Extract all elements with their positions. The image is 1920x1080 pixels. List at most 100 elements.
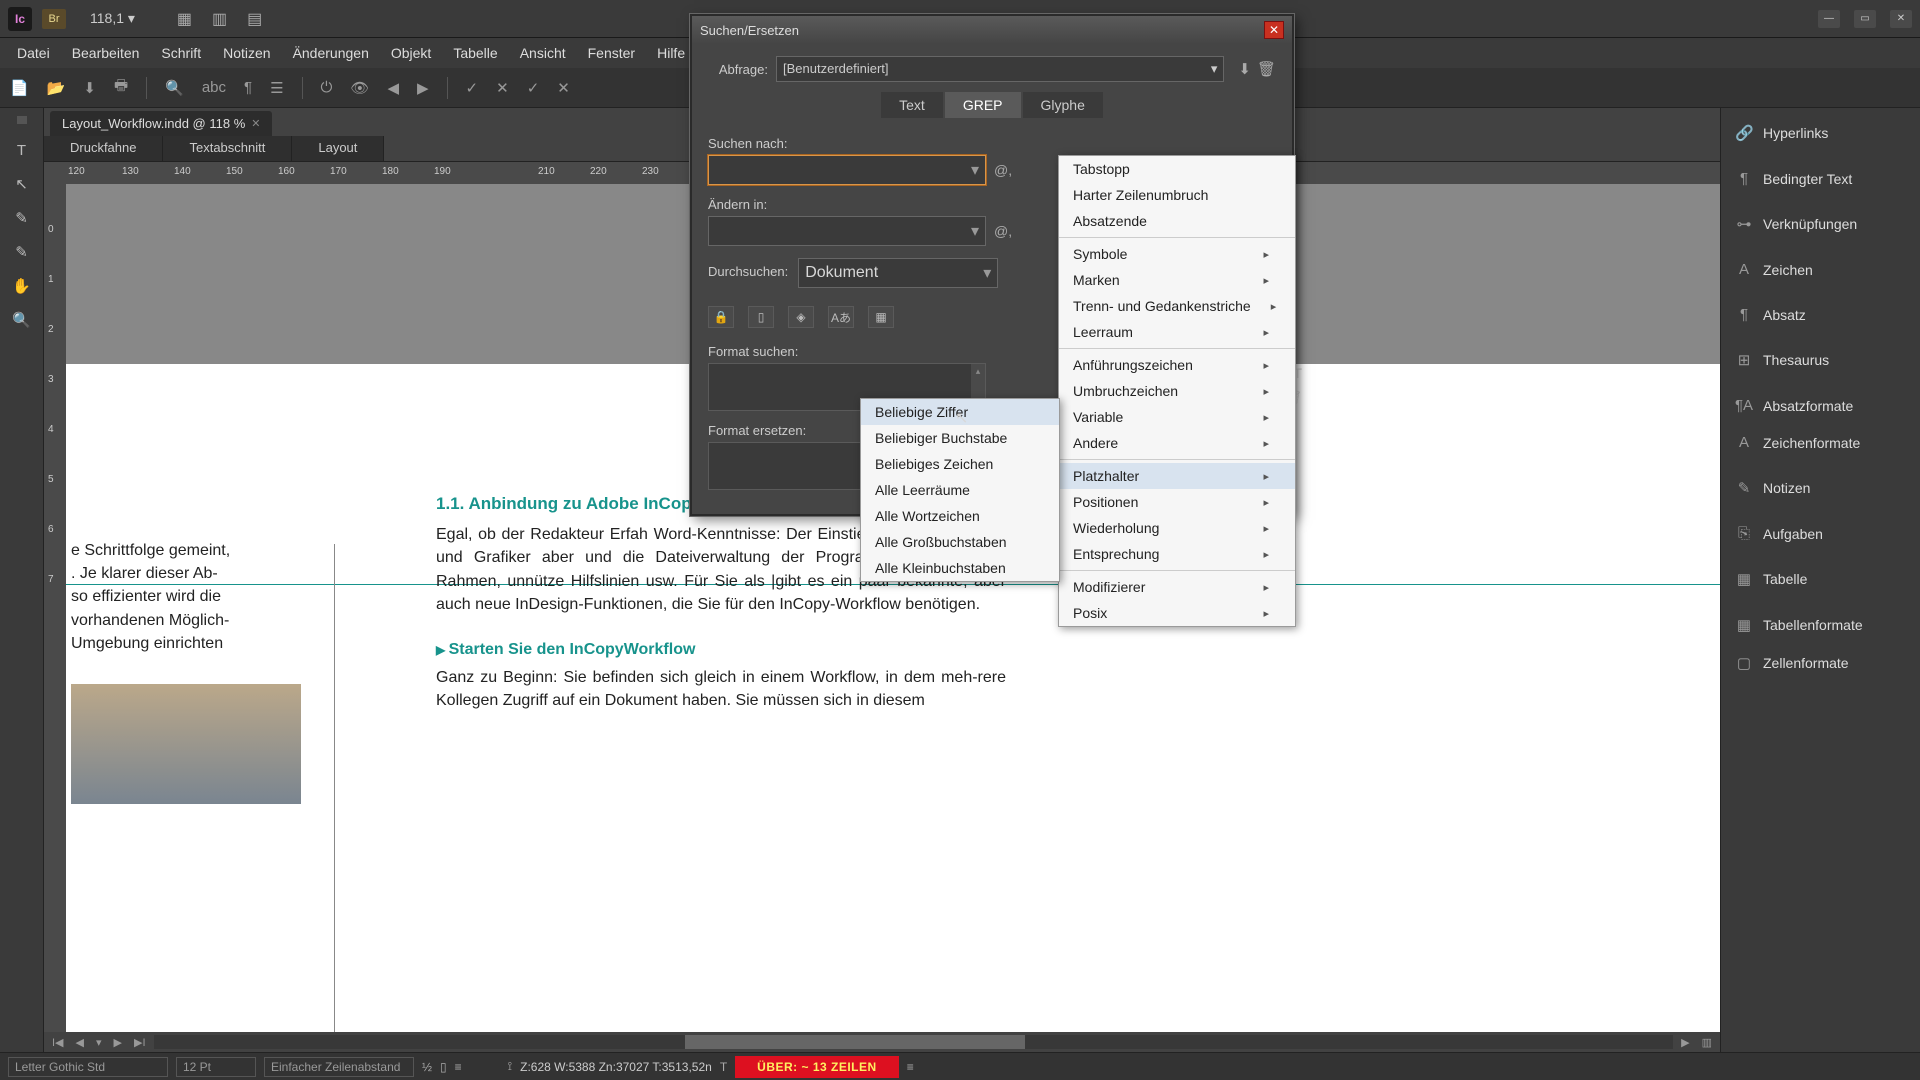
first-page-icon[interactable]: I◀ (48, 1036, 68, 1049)
menu-tabelle[interactable]: Tabelle (446, 41, 504, 65)
window-close[interactable]: ✕ (1890, 10, 1912, 28)
direct-select-icon[interactable]: ↖ (8, 172, 36, 196)
page-num[interactable]: ▾ (92, 1036, 106, 1049)
panel-bedingter-text[interactable]: ¶Bedingter Text (1721, 160, 1920, 197)
tb-prev-icon[interactable]: ◀ (387, 79, 399, 97)
tb-eye-icon[interactable]: 👁 (350, 79, 369, 97)
opt-hidden-icon[interactable]: ◈ (788, 306, 814, 328)
mi-harter-zeilenumbruch[interactable]: Harter Zeilenumbruch (1059, 182, 1295, 208)
menu-objekt[interactable]: Objekt (384, 41, 438, 65)
mi-variable[interactable]: Variable (1059, 404, 1295, 430)
panel-absatz[interactable]: ¶Absatz (1721, 296, 1920, 333)
mi-alle-kleinbuchstaben[interactable]: Alle Kleinbuchstaben (861, 555, 1059, 581)
tab-glyphe[interactable]: Glyphe (1023, 92, 1103, 118)
split-view-icon[interactable]: ▥ (1698, 1036, 1716, 1049)
hscroll-thumb[interactable] (685, 1035, 1025, 1049)
panel-thesaurus[interactable]: ⊞Thesaurus (1721, 341, 1920, 379)
mi-posix[interactable]: Posix (1059, 600, 1295, 626)
menu-aenderungen[interactable]: Änderungen (286, 41, 376, 65)
font-select[interactable]: Letter Gothic Std (8, 1057, 168, 1077)
viewtab-layout[interactable]: Layout (292, 136, 384, 161)
panel-notizen[interactable]: ✎Notizen (1721, 469, 1920, 507)
page-nav-scroll[interactable]: I◀ ◀ ▾ ▶ ▶I ▶ ▥ (44, 1032, 1720, 1052)
save-query-icon[interactable]: ⬇ (1238, 61, 1251, 78)
tb-spell-icon[interactable]: abc (202, 79, 226, 96)
vert-icon[interactable]: ▯ (440, 1060, 447, 1074)
scope-combo[interactable]: Dokument▾ (798, 258, 998, 288)
panel-zellenformate[interactable]: ▢Zellenformate (1721, 644, 1920, 682)
eyedropper-icon[interactable]: ✎ (8, 240, 36, 264)
layout-icon-1[interactable]: ▦ (177, 9, 192, 29)
tb-reject-icon[interactable]: ✕ (496, 79, 509, 97)
find-input[interactable]: ▾ (708, 155, 986, 185)
tab-grep[interactable]: GREP (945, 92, 1021, 118)
opt-case-icon[interactable]: ▦ (868, 306, 894, 328)
next-page-icon[interactable]: ▶ (110, 1036, 126, 1049)
layout-icon-2[interactable]: ▥ (212, 9, 227, 29)
delete-query-icon[interactable]: 🗑 (1257, 61, 1276, 78)
mi-marken[interactable]: Marken (1059, 267, 1295, 293)
type-tool-icon[interactable]: T (8, 138, 36, 162)
tb-para-icon[interactable]: ¶ (244, 79, 252, 96)
layout-icon-3[interactable]: ▤ (247, 9, 262, 29)
mi-umbruch[interactable]: Umbruchzeichen (1059, 378, 1295, 404)
tb-list-icon[interactable]: ☰ (270, 79, 283, 97)
tb-new-icon[interactable]: 📄 (10, 79, 29, 97)
query-combo[interactable]: [Benutzerdefiniert]▾ (776, 56, 1224, 82)
menu-schrift[interactable]: Schrift (154, 41, 208, 65)
mi-tabstopp[interactable]: Tabstopp (1059, 156, 1295, 182)
panel-zeichen[interactable]: AZeichen (1721, 251, 1920, 288)
align-icon[interactable]: ≡ (455, 1060, 462, 1074)
scroll-right-icon[interactable]: ▶ (1677, 1036, 1693, 1049)
last-page-icon[interactable]: ▶I (130, 1036, 150, 1049)
panel-tabelle[interactable]: ▦Tabelle (1721, 560, 1920, 598)
hand-tool-icon[interactable]: ✋ (8, 274, 36, 298)
mi-beliebiger-buchstabe[interactable]: Beliebiger Buchstabe (861, 425, 1059, 451)
mi-andere[interactable]: Andere (1059, 430, 1295, 456)
menu-hilfe[interactable]: Hilfe (650, 41, 692, 65)
mi-alle-grossbuchstaben[interactable]: Alle Großbuchstaben (861, 529, 1059, 555)
replace-special-icon[interactable]: @, (994, 223, 1012, 239)
menu-fenster[interactable]: Fenster (581, 41, 642, 65)
zoom-tool-icon[interactable]: 🔍 (8, 308, 36, 332)
leading-select[interactable]: Einfacher Zeilenabstand (264, 1057, 414, 1077)
replace-input[interactable]: ▾ (708, 216, 986, 246)
frac-icon[interactable]: ½ (422, 1060, 432, 1074)
mi-platzhalter[interactable]: Platzhalter (1059, 463, 1295, 489)
tb-accept2-icon[interactable]: ✓ (527, 79, 540, 97)
tb-save-icon[interactable]: ⬇ (83, 79, 96, 97)
panel-aufgaben[interactable]: ⎘Aufgaben (1721, 515, 1920, 552)
mi-alle-leerraeume[interactable]: Alle Leerräume (861, 477, 1059, 503)
menu-bearbeiten[interactable]: Bearbeiten (65, 41, 147, 65)
bridge-badge[interactable]: Br (42, 9, 66, 29)
doc-tab[interactable]: Layout_Workflow.indd @ 118 % ✕ (50, 111, 272, 136)
tb-power-icon[interactable]: ⏻ (321, 79, 333, 96)
tb-next-icon[interactable]: ▶ (417, 79, 429, 97)
panel-tabellenformate[interactable]: ▦Tabellenformate (1721, 606, 1920, 644)
mi-modifizierer[interactable]: Modifizierer (1059, 574, 1295, 600)
mi-wiederholung[interactable]: Wiederholung (1059, 515, 1295, 541)
tb-open-icon[interactable]: 📂 (47, 79, 66, 97)
opt-master-icon[interactable]: Aあ (828, 306, 854, 328)
prev-page-icon[interactable]: ◀ (72, 1036, 88, 1049)
find-special-icon[interactable]: @, (994, 162, 1012, 178)
panel-hyperlinks[interactable]: 🔗Hyperlinks (1721, 114, 1920, 152)
panel-zeichenformate[interactable]: AZeichenformate (1721, 424, 1920, 461)
window-max[interactable]: ▭ (1854, 10, 1876, 28)
mi-absatzende[interactable]: Absatzende (1059, 208, 1295, 234)
menu-ansicht[interactable]: Ansicht (513, 41, 573, 65)
zoom-dropdown[interactable]: 118,1 ▾ (86, 8, 153, 29)
window-min[interactable]: — (1818, 10, 1840, 28)
opt-locked-icon[interactable]: 🔒 (708, 306, 734, 328)
menu-notizen[interactable]: Notizen (216, 41, 277, 65)
mi-entsprechung[interactable]: Entsprechung (1059, 541, 1295, 567)
note-tool-icon[interactable]: ✎ (8, 206, 36, 230)
tb-print-icon[interactable]: 🖶 (114, 75, 128, 100)
mi-trenn[interactable]: Trenn- und Gedankenstriche (1059, 293, 1295, 319)
size-select[interactable]: 12 Pt (176, 1057, 256, 1077)
mi-beliebiges-zeichen[interactable]: Beliebiges Zeichen (861, 451, 1059, 477)
mi-symbole[interactable]: Symbole (1059, 241, 1295, 267)
doc-tab-close-icon[interactable]: ✕ (251, 117, 260, 130)
opt-footnotes-icon[interactable]: ▯ (748, 306, 774, 328)
tb-reject2-icon[interactable]: ✕ (557, 79, 570, 97)
